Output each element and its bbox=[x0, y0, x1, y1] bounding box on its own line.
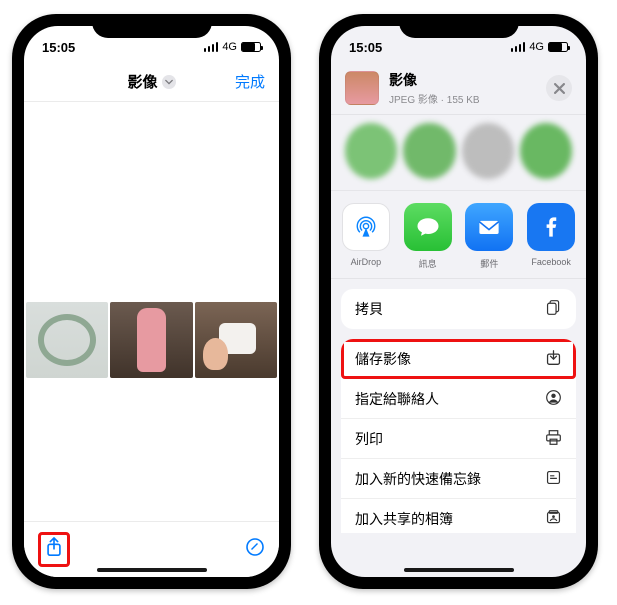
contact-avatar[interactable] bbox=[403, 123, 455, 179]
action-shared-album[interactable]: 加入共享的相簿 bbox=[341, 499, 576, 533]
action-label: 指定給聯絡人 bbox=[355, 389, 439, 409]
app-mail[interactable]: 郵件 bbox=[461, 203, 517, 270]
notch bbox=[399, 14, 519, 38]
action-label: 列印 bbox=[355, 429, 383, 449]
action-quick-note[interactable]: 加入新的快速備忘錄 bbox=[341, 459, 576, 499]
thumbnail[interactable] bbox=[110, 302, 192, 378]
phone-left: 15:05 4G 影像 完成 bbox=[12, 14, 291, 589]
download-icon bbox=[545, 349, 562, 369]
action-label: 儲存影像 bbox=[355, 349, 411, 369]
action-copy[interactable]: 拷貝 bbox=[341, 289, 576, 329]
screen-right-share-sheet: 15:05 4G 影像 JPEG 影像 · 155 KB bbox=[331, 26, 586, 577]
sheet-subtitle: JPEG 影像 · 155 KB bbox=[389, 91, 536, 106]
contact-icon bbox=[545, 389, 562, 409]
done-button[interactable]: 完成 bbox=[235, 71, 265, 92]
shared-album-icon bbox=[545, 509, 562, 529]
copy-icon bbox=[545, 299, 562, 319]
chevron-down-icon bbox=[162, 75, 176, 89]
status-time: 15:05 bbox=[42, 40, 75, 55]
app-label: AirDrop bbox=[338, 257, 394, 267]
home-indicator[interactable] bbox=[404, 568, 514, 572]
status-time: 15:05 bbox=[349, 40, 382, 55]
signal-icon bbox=[204, 42, 219, 52]
photo-viewer[interactable] bbox=[24, 102, 279, 521]
battery-icon bbox=[548, 42, 568, 52]
action-print[interactable]: 列印 bbox=[341, 419, 576, 459]
app-label: 郵件 bbox=[461, 257, 517, 270]
share-sheet-header: 影像 JPEG 影像 · 155 KB bbox=[331, 62, 586, 115]
app-airdrop[interactable]: AirDrop bbox=[338, 203, 394, 270]
markup-icon[interactable] bbox=[245, 537, 265, 562]
mail-icon bbox=[465, 203, 513, 251]
signal-icon bbox=[511, 42, 526, 52]
nav-bar: 影像 完成 bbox=[24, 62, 279, 102]
contact-avatar[interactable] bbox=[520, 123, 572, 179]
contact-avatar[interactable] bbox=[462, 123, 514, 179]
actions-list[interactable]: 拷貝 儲存影像 指定給聯絡人 bbox=[331, 279, 586, 533]
thumbnail[interactable] bbox=[26, 302, 108, 378]
highlight-share bbox=[38, 532, 70, 567]
thumbnail[interactable] bbox=[195, 302, 277, 378]
notch bbox=[92, 14, 212, 38]
close-button[interactable] bbox=[546, 75, 572, 101]
printer-icon bbox=[545, 429, 562, 449]
action-assign-contact[interactable]: 指定給聯絡人 bbox=[341, 379, 576, 419]
messages-icon bbox=[404, 203, 452, 251]
preview-thumbnail[interactable] bbox=[345, 71, 379, 105]
thumbnail-strip[interactable] bbox=[24, 302, 279, 378]
status-right: 4G bbox=[204, 41, 261, 53]
contact-avatar[interactable] bbox=[345, 123, 397, 179]
airdrop-icon bbox=[342, 203, 390, 251]
action-label: 加入共享的相簿 bbox=[355, 509, 453, 529]
battery-icon bbox=[241, 42, 261, 52]
status-right: 4G bbox=[511, 41, 568, 53]
share-icon[interactable] bbox=[45, 544, 63, 561]
app-label: 訊息 bbox=[400, 257, 456, 270]
action-save-image[interactable]: 儲存影像 bbox=[341, 339, 576, 379]
screen-left: 15:05 4G 影像 完成 bbox=[24, 26, 279, 577]
facebook-icon bbox=[527, 203, 575, 251]
nav-title[interactable]: 影像 bbox=[127, 71, 175, 92]
quick-note-icon bbox=[545, 469, 562, 489]
app-label: Facebook bbox=[523, 257, 579, 267]
action-label: 拷貝 bbox=[355, 299, 383, 319]
app-facebook[interactable]: Facebook bbox=[523, 203, 579, 270]
action-label: 加入新的快速備忘錄 bbox=[355, 469, 481, 489]
network-label: 4G bbox=[222, 41, 237, 53]
airdrop-contacts-row[interactable] bbox=[331, 115, 586, 191]
app-messages[interactable]: 訊息 bbox=[400, 203, 456, 270]
home-indicator[interactable] bbox=[97, 568, 207, 572]
sheet-title: 影像 bbox=[389, 70, 536, 90]
network-label: 4G bbox=[529, 41, 544, 53]
nav-title-text: 影像 bbox=[127, 71, 157, 92]
apps-row[interactable]: AirDrop 訊息 郵件 Facebook bbox=[331, 191, 586, 279]
phone-right: 15:05 4G 影像 JPEG 影像 · 155 KB bbox=[319, 14, 598, 589]
